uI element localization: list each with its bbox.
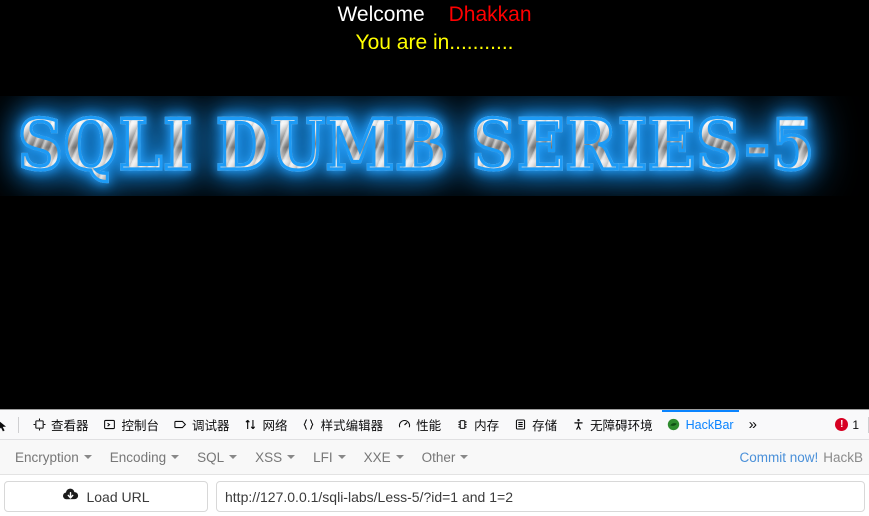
cloud-download-icon bbox=[62, 488, 79, 505]
performance-icon bbox=[397, 418, 411, 432]
welcome-label: Welcome bbox=[337, 3, 425, 26]
welcome-line: Welcome Dhakkan bbox=[0, 0, 869, 29]
hackbar-panel: Encryption Encoding SQL XSS LFI XXE Othe… bbox=[0, 440, 869, 516]
element-picker-icon[interactable] bbox=[0, 411, 16, 439]
hackbar-url-row: Load URL bbox=[0, 475, 869, 512]
hackbar-menu-xss[interactable]: XSS bbox=[246, 444, 304, 471]
sqli-banner-text: SQLI DUMB SERIES-5 bbox=[16, 96, 816, 195]
toolbar-divider bbox=[18, 416, 19, 433]
devtools-tab-performance[interactable]: 性能 bbox=[390, 410, 448, 439]
devtools-tab-console[interactable]: 控制台 bbox=[96, 410, 167, 439]
error-badge-icon: ! bbox=[835, 418, 849, 431]
chevron-down-icon bbox=[229, 455, 238, 459]
hackbar-menubar: Encryption Encoding SQL XSS LFI XXE Othe… bbox=[0, 440, 869, 475]
hackbar-menu-xxe[interactable]: XXE bbox=[355, 444, 413, 471]
devtools-tab-storage[interactable]: 存储 bbox=[506, 410, 564, 439]
load-url-button[interactable]: Load URL bbox=[4, 481, 208, 512]
hackbar-menu-label: Encryption bbox=[15, 449, 79, 465]
hackbar-menu-label: XXE bbox=[363, 449, 391, 465]
hackbar-menu-encryption[interactable]: Encryption bbox=[6, 444, 101, 471]
status-line: You are in........... bbox=[355, 31, 514, 54]
devtools-tab-memory[interactable]: 内存 bbox=[448, 410, 506, 439]
chevron-down-icon bbox=[171, 455, 180, 459]
hackbar-menu-label: Encoding bbox=[109, 449, 167, 465]
devtools-tab-label: 性能 bbox=[416, 419, 442, 433]
storage-icon bbox=[513, 418, 527, 432]
hackbar-icon bbox=[667, 418, 681, 432]
devtools-tab-inspector[interactable]: 查看器 bbox=[25, 410, 96, 439]
debugger-icon bbox=[173, 418, 187, 432]
hackbar-menu-encoding[interactable]: Encoding bbox=[101, 444, 188, 471]
devtools-tab-label: 样式编辑器 bbox=[320, 419, 384, 433]
style-editor-icon bbox=[302, 418, 316, 432]
chevron-down-icon bbox=[460, 455, 469, 459]
devtools-tab-style-editor[interactable]: 样式编辑器 bbox=[295, 410, 391, 439]
browser-page-viewport: Welcome Dhakkan You are in........... SQL… bbox=[0, 0, 869, 409]
hackbar-menu-label: SQL bbox=[197, 449, 225, 465]
chevron-down-icon bbox=[395, 455, 404, 459]
devtools-overflow-chevron-icon[interactable]: » bbox=[741, 416, 764, 433]
devtools-tab-label: 调试器 bbox=[192, 419, 230, 433]
devtools-tab-label: 控制台 bbox=[121, 419, 160, 433]
accessibility-icon bbox=[571, 418, 585, 432]
devtools-tabbar: 查看器 控制台 调试器 网络 样式编辑器 性能 内存 存储 无障碍环境 Hack… bbox=[0, 410, 869, 440]
devtools-tab-accessibility[interactable]: 无障碍环境 bbox=[564, 410, 660, 439]
devtools-tab-debugger[interactable]: 调试器 bbox=[166, 410, 237, 439]
devtools-tab-label: 网络 bbox=[262, 419, 288, 433]
hackbar-menu-lfi[interactable]: LFI bbox=[304, 444, 355, 471]
chevron-down-icon bbox=[287, 455, 296, 459]
user-name: Dhakkan bbox=[448, 3, 532, 26]
hackbar-menu-other[interactable]: Other bbox=[413, 444, 478, 471]
devtools-tab-label: HackBar bbox=[685, 417, 734, 432]
chevron-down-icon bbox=[83, 455, 92, 459]
load-url-label: Load URL bbox=[86, 488, 150, 505]
network-icon bbox=[244, 418, 258, 432]
devtools-error-counter[interactable]: ! 1 bbox=[835, 418, 866, 432]
commit-now-link[interactable]: Commit now! bbox=[739, 450, 818, 465]
error-count: 1 bbox=[852, 417, 859, 432]
devtools-tab-hackbar[interactable]: HackBar bbox=[660, 410, 741, 439]
url-input[interactable] bbox=[216, 481, 865, 512]
devtools-panel: 查看器 控制台 调试器 网络 样式编辑器 性能 内存 存储 无障碍环境 Hack… bbox=[0, 409, 869, 516]
chevron-down-icon bbox=[337, 455, 346, 459]
hackbar-menu-label: XSS bbox=[255, 449, 283, 465]
console-icon bbox=[103, 418, 117, 432]
inspector-icon bbox=[32, 418, 46, 432]
devtools-tab-label: 存储 bbox=[532, 419, 558, 433]
commit-suffix-text: HackB bbox=[823, 449, 863, 465]
devtools-tab-label: 内存 bbox=[474, 419, 500, 433]
memory-icon bbox=[455, 418, 469, 432]
devtools-tab-label: 无障碍环境 bbox=[590, 419, 653, 433]
hackbar-menu-label: Other bbox=[421, 449, 456, 465]
sqli-banner: SQLI DUMB SERIES-5 bbox=[0, 96, 869, 196]
devtools-tab-label: 查看器 bbox=[51, 419, 89, 433]
hackbar-menu-sql[interactable]: SQL bbox=[188, 444, 246, 471]
hackbar-menu-label: LFI bbox=[313, 449, 333, 465]
devtools-tab-network[interactable]: 网络 bbox=[237, 410, 295, 439]
